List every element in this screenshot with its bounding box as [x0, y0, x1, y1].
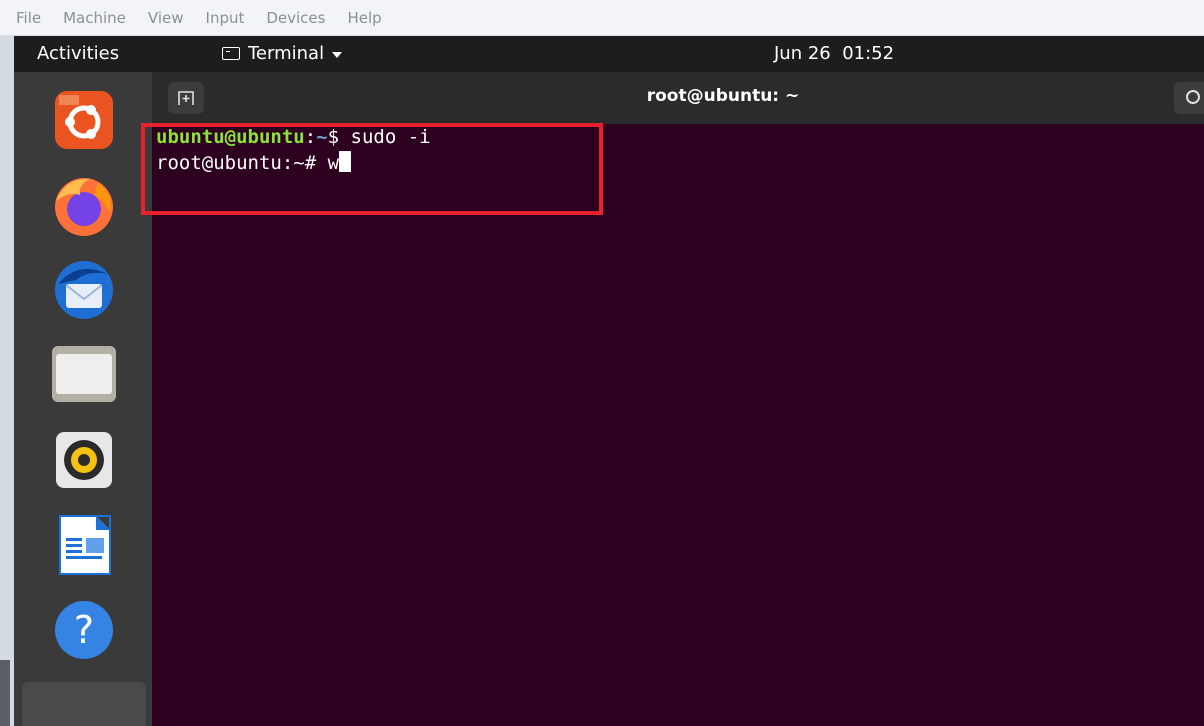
host-menu-file[interactable]: File — [16, 9, 41, 27]
app-menu[interactable]: Terminal — [222, 43, 343, 64]
host-window-edge-dark — [0, 660, 10, 726]
dock: ? — [14, 72, 152, 726]
search-icon — [1186, 90, 1200, 104]
command-text: sudo -i — [350, 126, 431, 148]
terminal-line: ubuntu@ubuntu:~$ sudo -i — [156, 126, 431, 148]
host-menu-view[interactable]: View — [148, 9, 184, 27]
folder-icon — [52, 346, 116, 402]
host-menu-devices[interactable]: Devices — [266, 9, 325, 27]
dock-item-writer[interactable] — [38, 505, 130, 585]
terminal-headerbar: root@ubuntu: ~ — [152, 72, 1204, 125]
show-applications-button[interactable] — [22, 682, 146, 726]
prompt-symbol: $ — [327, 126, 351, 148]
speaker-icon — [56, 432, 112, 488]
host-menu-input[interactable]: Input — [206, 9, 245, 27]
dock-item-files[interactable] — [38, 334, 130, 414]
dock-item-help[interactable]: ? — [38, 590, 130, 670]
help-icon: ? — [55, 601, 113, 659]
clock[interactable]: Jun 26 01:52 — [774, 43, 894, 64]
command-text: w — [327, 152, 340, 174]
dock-item-rhythmbox[interactable] — [38, 420, 130, 500]
prompt-user: ubuntu@ubuntu — [156, 126, 305, 148]
text-cursor — [339, 151, 352, 172]
app-menu-label: Terminal — [248, 43, 325, 64]
dock-item-firefox[interactable] — [38, 165, 130, 245]
terminal-icon — [222, 47, 240, 60]
terminal-body[interactable]: ubuntu@ubuntu:~$ sudo -i root@ubuntu:~# … — [152, 124, 1204, 726]
caret-down-icon — [332, 51, 343, 58]
host-menu-help[interactable]: Help — [347, 9, 381, 27]
prompt-path: ~ — [316, 126, 328, 148]
gnome-topbar: Activities Terminal Jun 26 01:52 — [14, 36, 1204, 72]
ubuntu-desktop: Activities Terminal Jun 26 01:52 ? root@… — [14, 36, 1204, 726]
dock-item-ubuntu-software[interactable] — [38, 80, 130, 160]
writer-document-icon — [59, 515, 111, 575]
firefox-icon — [55, 178, 113, 236]
root-prompt: root@ubuntu:~# — [156, 152, 328, 174]
host-menubar: File Machine View Input Devices Help — [0, 0, 1204, 36]
prompt-separator: : — [304, 126, 317, 148]
host-window-edge — [0, 36, 14, 726]
ubuntu-logo-icon — [55, 91, 113, 149]
search-button[interactable] — [1174, 82, 1204, 114]
dock-item-thunderbird[interactable] — [38, 250, 130, 330]
svg-text:?: ? — [74, 608, 94, 652]
activities-button[interactable]: Activities — [37, 43, 119, 64]
host-menu-machine[interactable]: Machine — [63, 9, 126, 27]
thunderbird-icon — [55, 261, 113, 319]
terminal-line: root@ubuntu:~# w — [156, 151, 352, 174]
window-title: root@ubuntu: ~ — [646, 86, 800, 106]
